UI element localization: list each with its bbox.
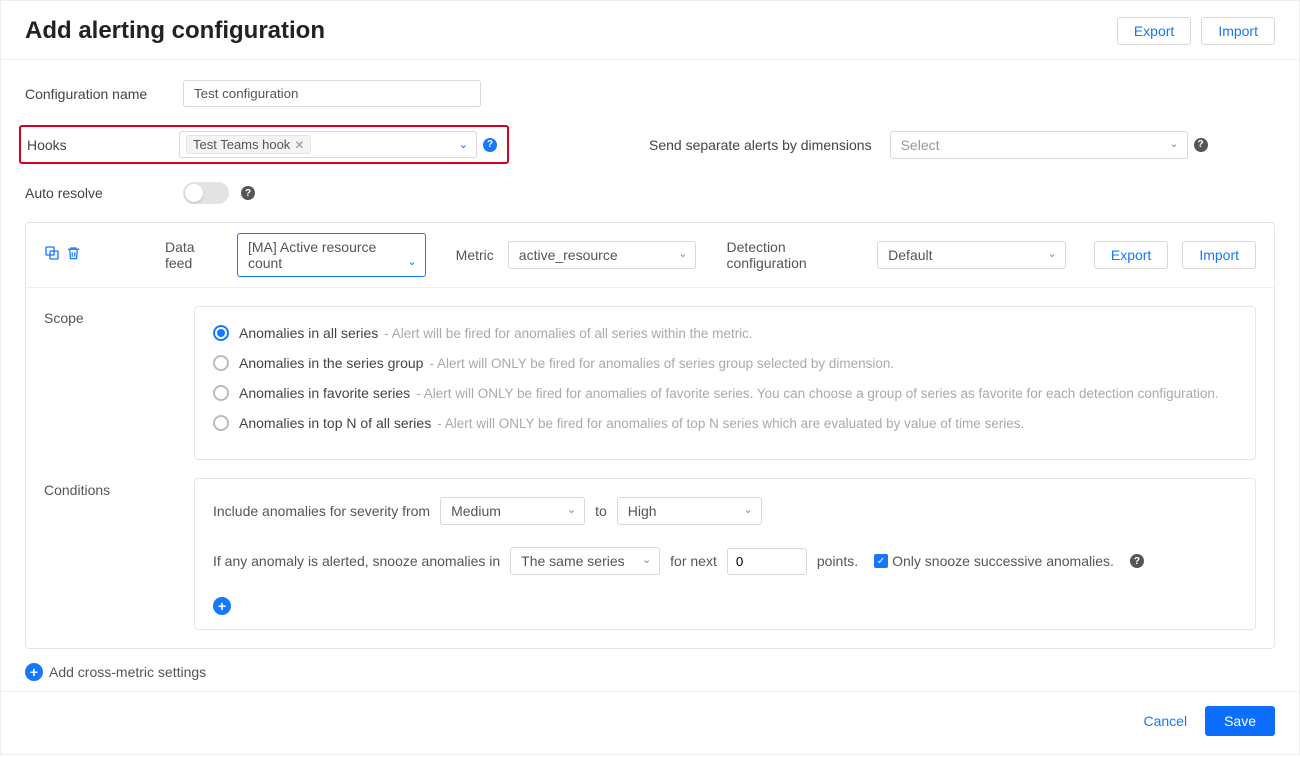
metric-value: active_resource [519, 247, 618, 263]
snooze-successive-checkbox[interactable]: ✓ [874, 554, 888, 568]
hooks-label: Hooks [21, 137, 179, 153]
chevron-down-icon: ⌄ [567, 503, 576, 516]
add-condition-button[interactable]: + [213, 597, 231, 615]
import-button[interactable]: Import [1201, 17, 1275, 45]
scope-option-desc: - Alert will be fired for anomalies of a… [384, 326, 752, 341]
data-feed-value: [MA] Active resource count [248, 239, 376, 271]
scope-box: Anomalies in all series - Alert will be f… [194, 306, 1256, 460]
scope-option-label: Anomalies in top N of all series [239, 415, 431, 431]
hooks-tag: Test Teams hook ✕ [186, 135, 311, 154]
chevron-down-icon: ⌄ [459, 138, 468, 151]
severity-from-select[interactable]: Medium ⌄ [440, 497, 585, 525]
scope-option[interactable]: Anomalies in all series - Alert will be f… [213, 325, 1237, 341]
config-name-input[interactable] [183, 80, 481, 107]
config-name-label: Configuration name [25, 86, 183, 102]
radio-icon[interactable] [213, 325, 229, 341]
detection-config-value: Default [888, 247, 932, 263]
radio-icon[interactable] [213, 385, 229, 401]
chevron-down-icon: ⌄ [1048, 247, 1057, 260]
hooks-tag-label: Test Teams hook [193, 137, 290, 152]
export-button[interactable]: Export [1117, 17, 1191, 45]
snooze-prefix: If any anomaly is alerted, snooze anomal… [213, 553, 500, 569]
radio-icon[interactable] [213, 415, 229, 431]
help-icon[interactable]: ? [1194, 138, 1208, 152]
auto-resolve-toggle[interactable] [183, 182, 229, 204]
help-icon[interactable]: ? [1130, 554, 1144, 568]
snooze-mid: for next [670, 553, 717, 569]
chevron-down-icon: ⌄ [1169, 137, 1178, 150]
page-title: Add alerting configuration [25, 17, 325, 45]
metric-panel: Data feed [MA] Active resource count ⌄ M… [25, 222, 1275, 649]
radio-icon[interactable] [213, 355, 229, 371]
cancel-button[interactable]: Cancel [1143, 713, 1187, 729]
severity-to-select[interactable]: High ⌄ [617, 497, 762, 525]
metric-select[interactable]: active_resource ⌄ [508, 241, 697, 269]
snooze-points-input[interactable] [727, 548, 807, 575]
plus-circle-icon: + [25, 663, 43, 681]
dimensions-select[interactable]: Select ⌄ [890, 131, 1188, 159]
snooze-successive-label: Only snooze successive anomalies. [892, 553, 1114, 569]
auto-resolve-label: Auto resolve [25, 185, 183, 201]
chevron-down-icon: ⌄ [744, 503, 753, 516]
scope-option[interactable]: Anomalies in favorite series - Alert will… [213, 385, 1237, 401]
snooze-scope-select[interactable]: The same series ⌄ [510, 547, 660, 575]
dimensions-label: Send separate alerts by dimensions [649, 137, 872, 153]
panel-import-button[interactable]: Import [1182, 241, 1256, 269]
detection-config-select[interactable]: Default ⌄ [877, 241, 1066, 269]
scope-option-desc: - Alert will ONLY be fired for anomalies… [429, 356, 894, 371]
severity-from-value: Medium [451, 503, 501, 519]
conditions-label: Conditions [44, 478, 194, 630]
severity-to-label: to [595, 503, 607, 519]
dimensions-select-value: Select [901, 137, 940, 153]
scope-label: Scope [44, 306, 194, 460]
data-feed-select[interactable]: [MA] Active resource count ⌄ [237, 233, 426, 277]
add-cross-metric-button[interactable]: + Add cross-metric settings [25, 663, 1275, 681]
snooze-scope-value: The same series [521, 553, 624, 569]
chevron-down-icon: ⌄ [407, 255, 416, 268]
data-feed-label: Data feed [165, 239, 223, 271]
panel-export-button[interactable]: Export [1094, 241, 1168, 269]
save-button[interactable]: Save [1205, 706, 1275, 736]
severity-to-value: High [628, 503, 657, 519]
scope-option[interactable]: Anomalies in top N of all series - Alert … [213, 415, 1237, 431]
chevron-down-icon: ⌄ [642, 553, 651, 566]
scope-option-desc: - Alert will ONLY be fired for anomalies… [416, 386, 1218, 401]
scope-option[interactable]: Anomalies in the series group - Alert wil… [213, 355, 1237, 371]
metric-label: Metric [456, 247, 494, 263]
snooze-suffix: points. [817, 553, 858, 569]
conditions-box: Include anomalies for severity from Medi… [194, 478, 1256, 630]
header-actions: Export Import [1117, 17, 1275, 45]
chevron-down-icon: ⌄ [678, 247, 687, 260]
scope-option-label: Anomalies in all series [239, 325, 378, 341]
hooks-select[interactable]: Test Teams hook ✕ ⌄ [179, 131, 477, 158]
copy-icon[interactable] [44, 245, 60, 266]
detection-config-label: Detection configuration [726, 239, 863, 271]
scope-option-label: Anomalies in the series group [239, 355, 423, 371]
close-icon[interactable]: ✕ [294, 138, 304, 152]
scope-option-desc: - Alert will ONLY be fired for anomalies… [437, 416, 1024, 431]
scope-option-label: Anomalies in favorite series [239, 385, 410, 401]
add-cross-metric-label: Add cross-metric settings [49, 664, 206, 680]
help-icon[interactable]: ? [241, 186, 255, 200]
help-icon[interactable]: ? [483, 138, 497, 152]
severity-prefix: Include anomalies for severity from [213, 503, 430, 519]
hooks-field-highlighted: Hooks Test Teams hook ✕ ⌄ ? [19, 125, 509, 164]
delete-icon[interactable] [66, 245, 81, 266]
